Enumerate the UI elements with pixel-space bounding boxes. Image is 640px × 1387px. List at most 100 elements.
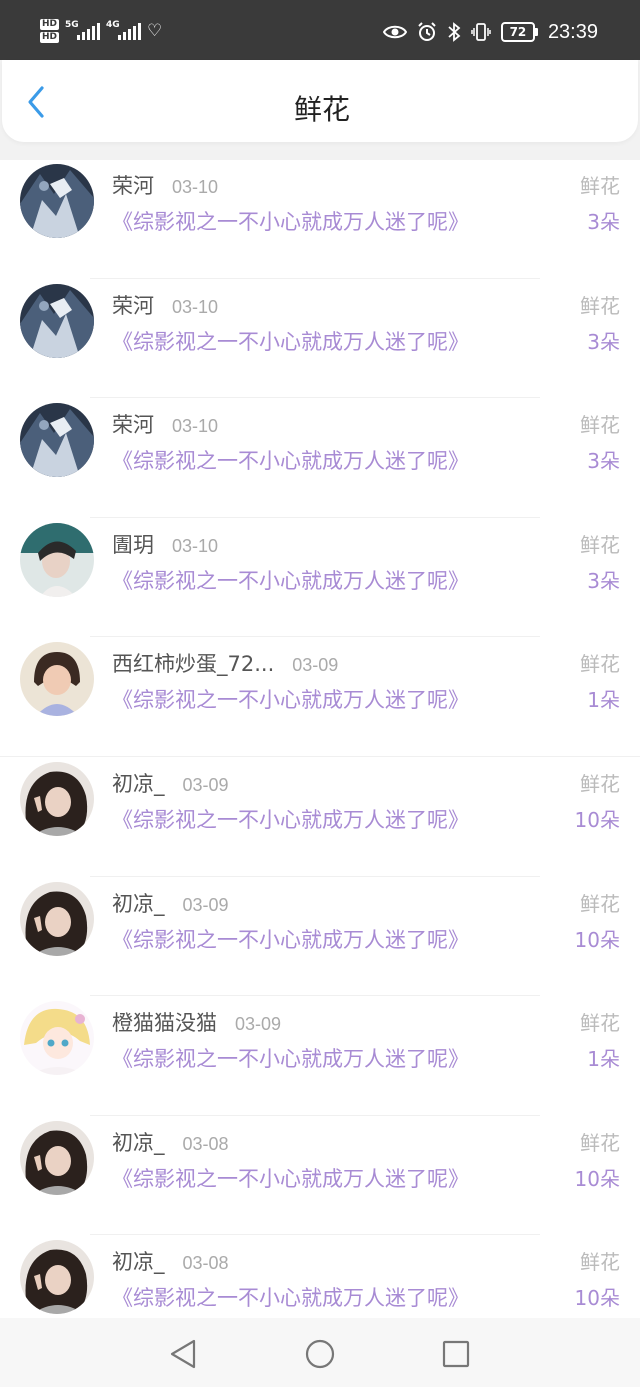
user-avatar[interactable] — [20, 164, 94, 238]
eye-comfort-icon — [382, 25, 407, 39]
row-divider — [90, 1114, 540, 1116]
user-avatar[interactable] — [20, 283, 94, 358]
gift-type-label: 鲜花 — [580, 1130, 620, 1155]
gift-type-label: 鲜花 — [580, 1011, 620, 1036]
row-divider — [90, 277, 540, 279]
book-title[interactable]: 《综影视之一不小心就成万人迷了呢》 — [112, 804, 469, 834]
system-nav-bar — [0, 1318, 640, 1387]
hd-badge-1: HD — [40, 19, 60, 30]
gift-list-item[interactable]: 西红柿炒蛋_72... 03-09 《综影视之一不小心就成万人迷了呢》 鲜花 1朵 — [0, 638, 640, 758]
gift-list-item[interactable]: 荣河 03-10 《综影视之一不小心就成万人迷了呢》 鲜花 3朵 — [0, 280, 640, 400]
name-line: 初凉_ 03-09 — [112, 768, 229, 798]
signal-4g-icon: 4G — [106, 20, 142, 40]
bluetooth-icon — [448, 22, 461, 42]
gift-date: 03-08 — [182, 1133, 229, 1154]
book-title[interactable]: 《综影视之一不小心就成万人迷了呢》 — [112, 1043, 469, 1073]
user-avatar[interactable] — [20, 881, 94, 956]
user-avatar[interactable] — [20, 761, 94, 836]
user-name[interactable]: 初凉_ — [112, 768, 165, 798]
gift-list-item[interactable]: 初凉_ 03-09 《综影视之一不小心就成万人迷了呢》 鲜花 10朵 — [0, 878, 640, 998]
user-name[interactable]: 西红柿炒蛋_72... — [112, 648, 274, 678]
status-left-group: HD HD 5G 4G ♡ — [40, 14, 162, 48]
signal-5g-label: 5G — [65, 20, 79, 30]
user-avatar[interactable] — [20, 1120, 94, 1195]
gift-count: 10朵 — [574, 807, 620, 832]
gift-type-label: 鲜花 — [580, 771, 620, 796]
name-line: 初凉_ 03-08 — [112, 1246, 229, 1276]
nav-home-button[interactable] — [302, 1336, 338, 1372]
book-title[interactable]: 《综影视之一不小心就成万人迷了呢》 — [112, 326, 469, 356]
gift-list-item[interactable]: 橙猫猫没猫 03-09 《综影视之一不小心就成万人迷了呢》 鲜花 1朵 — [0, 997, 640, 1117]
user-name[interactable]: 初凉_ — [112, 1246, 165, 1276]
user-name[interactable]: 荣河 — [112, 290, 154, 320]
row-divider — [90, 397, 540, 399]
user-name[interactable]: 荣河 — [112, 170, 154, 200]
name-line: 荣河 03-10 — [112, 170, 218, 200]
user-avatar[interactable] — [20, 1001, 94, 1076]
gift-list-item[interactable]: 圊玥 03-10 《综影视之一不小心就成万人迷了呢》 鲜花 3朵 — [0, 519, 640, 639]
hd-indicators: HD HD — [40, 19, 60, 43]
book-title[interactable]: 《综影视之一不小心就成万人迷了呢》 — [112, 206, 469, 236]
gift-count: 10朵 — [574, 1166, 620, 1191]
name-line: 圊玥 03-10 — [112, 529, 218, 559]
user-avatar[interactable] — [20, 522, 94, 597]
gift-count: 3朵 — [587, 210, 620, 234]
home-circle-icon — [305, 1339, 335, 1369]
signal-4g-label: 4G — [106, 20, 120, 30]
status-bar: HD HD 5G 4G ♡ 72 23:39 — [0, 0, 640, 60]
user-name[interactable]: 荣河 — [112, 409, 154, 439]
gift-list: 荣河 03-10 《综影视之一不小心就成万人迷了呢》 鲜花 3朵 荣河 03-10 《综影视之… — [0, 160, 640, 1318]
user-avatar[interactable] — [20, 1240, 94, 1315]
nav-back-button[interactable] — [166, 1336, 202, 1372]
user-avatar[interactable] — [20, 642, 94, 717]
gift-date: 03-09 — [292, 655, 339, 676]
gift-list-item[interactable]: 荣河 03-10 《综影视之一不小心就成万人迷了呢》 鲜花 3朵 — [0, 399, 640, 519]
book-title[interactable]: 《综影视之一不小心就成万人迷了呢》 — [112, 445, 469, 475]
page-title: 鲜花 — [293, 93, 350, 126]
user-name[interactable]: 圊玥 — [112, 529, 154, 559]
name-line: 荣河 03-10 — [112, 409, 218, 439]
name-line: 初凉_ 03-08 — [112, 1127, 229, 1157]
gift-date: 03-10 — [172, 535, 219, 556]
name-line: 西红柿炒蛋_72... 03-09 — [112, 648, 338, 678]
gift-type-label: 鲜花 — [580, 413, 620, 438]
name-line: 初凉_ 03-09 — [112, 888, 229, 918]
gift-count: 3朵 — [587, 329, 620, 354]
gift-list-item[interactable]: 初凉_ 03-09 《综影视之一不小心就成万人迷了呢》 鲜花 10朵 — [0, 758, 640, 878]
name-line: 荣河 03-10 — [112, 290, 218, 320]
user-name[interactable]: 橙猫猫没猫 — [112, 1007, 217, 1037]
user-avatar[interactable] — [20, 403, 94, 478]
gift-count: 3朵 — [587, 568, 620, 593]
book-title[interactable]: 《综影视之一不小心就成万人迷了呢》 — [112, 1282, 469, 1312]
header: 鲜花 — [0, 60, 640, 160]
gift-type-label: 鲜花 — [580, 532, 620, 557]
gift-type-label: 鲜花 — [580, 891, 620, 916]
gift-date: 03-10 — [172, 296, 219, 317]
gift-date: 03-08 — [182, 1253, 229, 1274]
book-title[interactable]: 《综影视之一不小心就成万人迷了呢》 — [112, 565, 469, 595]
gift-list-item[interactable]: 初凉_ 03-08 《综影视之一不小心就成万人迷了呢》 鲜花 10朵 — [0, 1236, 640, 1318]
battery-level: 72 — [500, 22, 535, 42]
row-divider — [90, 516, 540, 518]
book-title[interactable]: 《综影视之一不小心就成万人迷了呢》 — [112, 1163, 469, 1193]
user-name[interactable]: 初凉_ — [112, 888, 165, 918]
gift-count: 3朵 — [587, 449, 620, 474]
book-title[interactable]: 《综影视之一不小心就成万人迷了呢》 — [112, 924, 469, 954]
gift-count: 1朵 — [587, 688, 620, 713]
clock: 23:39 — [547, 20, 598, 43]
status-right-group: 72 23:39 — [382, 18, 598, 46]
row-divider — [90, 995, 540, 997]
gift-date: 03-09 — [182, 894, 229, 915]
gift-count: 10朵 — [574, 927, 620, 952]
vibrate-icon — [471, 23, 491, 41]
row-divider — [90, 1234, 540, 1236]
user-name[interactable]: 初凉_ — [112, 1127, 165, 1157]
gift-list-item[interactable]: 初凉_ 03-08 《综影视之一不小心就成万人迷了呢》 鲜花 10朵 — [0, 1117, 640, 1237]
heart-rate-icon: ♡ — [147, 21, 163, 41]
gift-type-label: 鲜花 — [580, 174, 620, 198]
nav-recents-button[interactable] — [438, 1336, 474, 1372]
book-title[interactable]: 《综影视之一不小心就成万人迷了呢》 — [112, 684, 469, 714]
gift-list-item[interactable]: 荣河 03-10 《综影视之一不小心就成万人迷了呢》 鲜花 3朵 — [0, 160, 640, 280]
gift-count: 10朵 — [574, 1286, 620, 1311]
row-divider — [90, 636, 540, 638]
